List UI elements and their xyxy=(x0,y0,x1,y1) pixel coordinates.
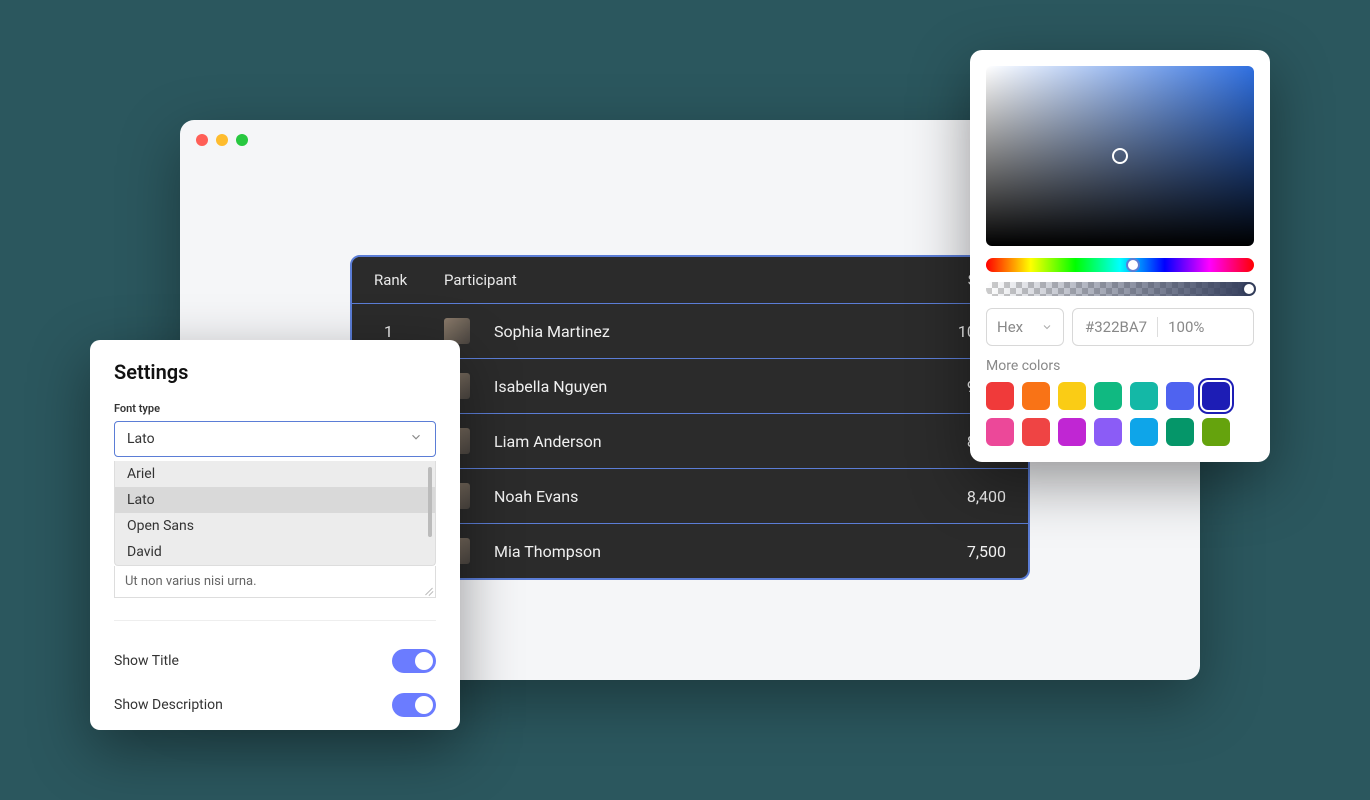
panel-title: Settings xyxy=(114,360,436,384)
show-description-toggle[interactable] xyxy=(392,693,436,717)
font-option[interactable]: Ariel xyxy=(115,461,435,487)
settings-panel: Settings Font type Lato Ariel Lato Open … xyxy=(90,340,460,730)
hue-slider[interactable] xyxy=(986,258,1254,272)
more-colors-label: More colors xyxy=(986,358,1254,374)
header-rank: Rank xyxy=(374,271,444,289)
color-swatch[interactable] xyxy=(1094,382,1122,410)
scrollbar[interactable] xyxy=(428,467,432,537)
color-picker-panel: Hex #322BA7 100% More colors xyxy=(970,50,1270,462)
description-textarea[interactable]: Ut non varius nisi urna. xyxy=(114,566,436,598)
color-swatch[interactable] xyxy=(1058,382,1086,410)
header-participant: Participant xyxy=(444,271,926,289)
saturation-value-field[interactable] xyxy=(986,66,1254,246)
show-title-label: Show Title xyxy=(114,653,179,669)
name-cell: Mia Thompson xyxy=(494,542,926,561)
swatch-grid xyxy=(986,382,1254,446)
alpha-handle-icon[interactable] xyxy=(1242,282,1256,296)
sv-cursor-icon[interactable] xyxy=(1112,148,1128,164)
chevron-down-icon xyxy=(1041,321,1053,333)
name-cell: Sophia Martinez xyxy=(494,322,926,341)
hex-input[interactable]: #322BA7 100% xyxy=(1072,308,1254,346)
format-select[interactable]: Hex xyxy=(986,308,1064,346)
score-cell: 7,500 xyxy=(926,542,1006,561)
name-cell: Isabella Nguyen xyxy=(494,377,926,396)
close-icon[interactable] xyxy=(196,134,208,146)
hex-value: #322BA7 xyxy=(1085,318,1147,336)
font-select[interactable]: Lato xyxy=(114,421,436,457)
minimize-icon[interactable] xyxy=(216,134,228,146)
font-option[interactable]: Lato xyxy=(115,487,435,513)
table-header: Rank Participant Score xyxy=(352,257,1028,303)
color-swatch[interactable] xyxy=(1094,418,1122,446)
picker-inputs: Hex #322BA7 100% xyxy=(986,308,1254,346)
font-select-value: Lato xyxy=(127,431,155,447)
color-swatch[interactable] xyxy=(1022,382,1050,410)
color-swatch[interactable] xyxy=(1202,382,1230,410)
show-title-row: Show Title xyxy=(114,639,436,683)
color-swatch[interactable] xyxy=(1058,418,1086,446)
chevron-down-icon xyxy=(409,430,423,448)
font-option[interactable]: David xyxy=(115,539,435,565)
color-swatch[interactable] xyxy=(986,382,1014,410)
opacity-value: 100% xyxy=(1168,318,1204,336)
format-value: Hex xyxy=(997,318,1023,336)
font-option[interactable]: Open Sans xyxy=(115,513,435,539)
name-cell: Liam Anderson xyxy=(494,432,926,451)
color-swatch[interactable] xyxy=(1130,418,1158,446)
font-dropdown: Ariel Lato Open Sans David xyxy=(114,461,436,566)
score-cell: 8,400 xyxy=(926,487,1006,506)
color-swatch[interactable] xyxy=(1202,418,1230,446)
color-swatch[interactable] xyxy=(1130,382,1158,410)
color-swatch[interactable] xyxy=(1166,382,1194,410)
rank-cell: 1 xyxy=(374,322,444,341)
color-swatch[interactable] xyxy=(1022,418,1050,446)
alpha-slider[interactable] xyxy=(986,282,1254,296)
show-title-toggle[interactable] xyxy=(392,649,436,673)
maximize-icon[interactable] xyxy=(236,134,248,146)
color-swatch[interactable] xyxy=(986,418,1014,446)
description-text: Ut non varius nisi urna. xyxy=(125,574,257,589)
font-type-label: Font type xyxy=(114,402,436,415)
divider xyxy=(114,620,436,621)
resize-handle-icon[interactable] xyxy=(423,585,433,595)
color-swatch[interactable] xyxy=(1166,418,1194,446)
name-cell: Noah Evans xyxy=(494,487,926,506)
show-description-row: Show Description xyxy=(114,683,436,727)
show-description-label: Show Description xyxy=(114,697,223,713)
hue-handle-icon[interactable] xyxy=(1126,258,1140,272)
input-separator xyxy=(1157,317,1158,337)
